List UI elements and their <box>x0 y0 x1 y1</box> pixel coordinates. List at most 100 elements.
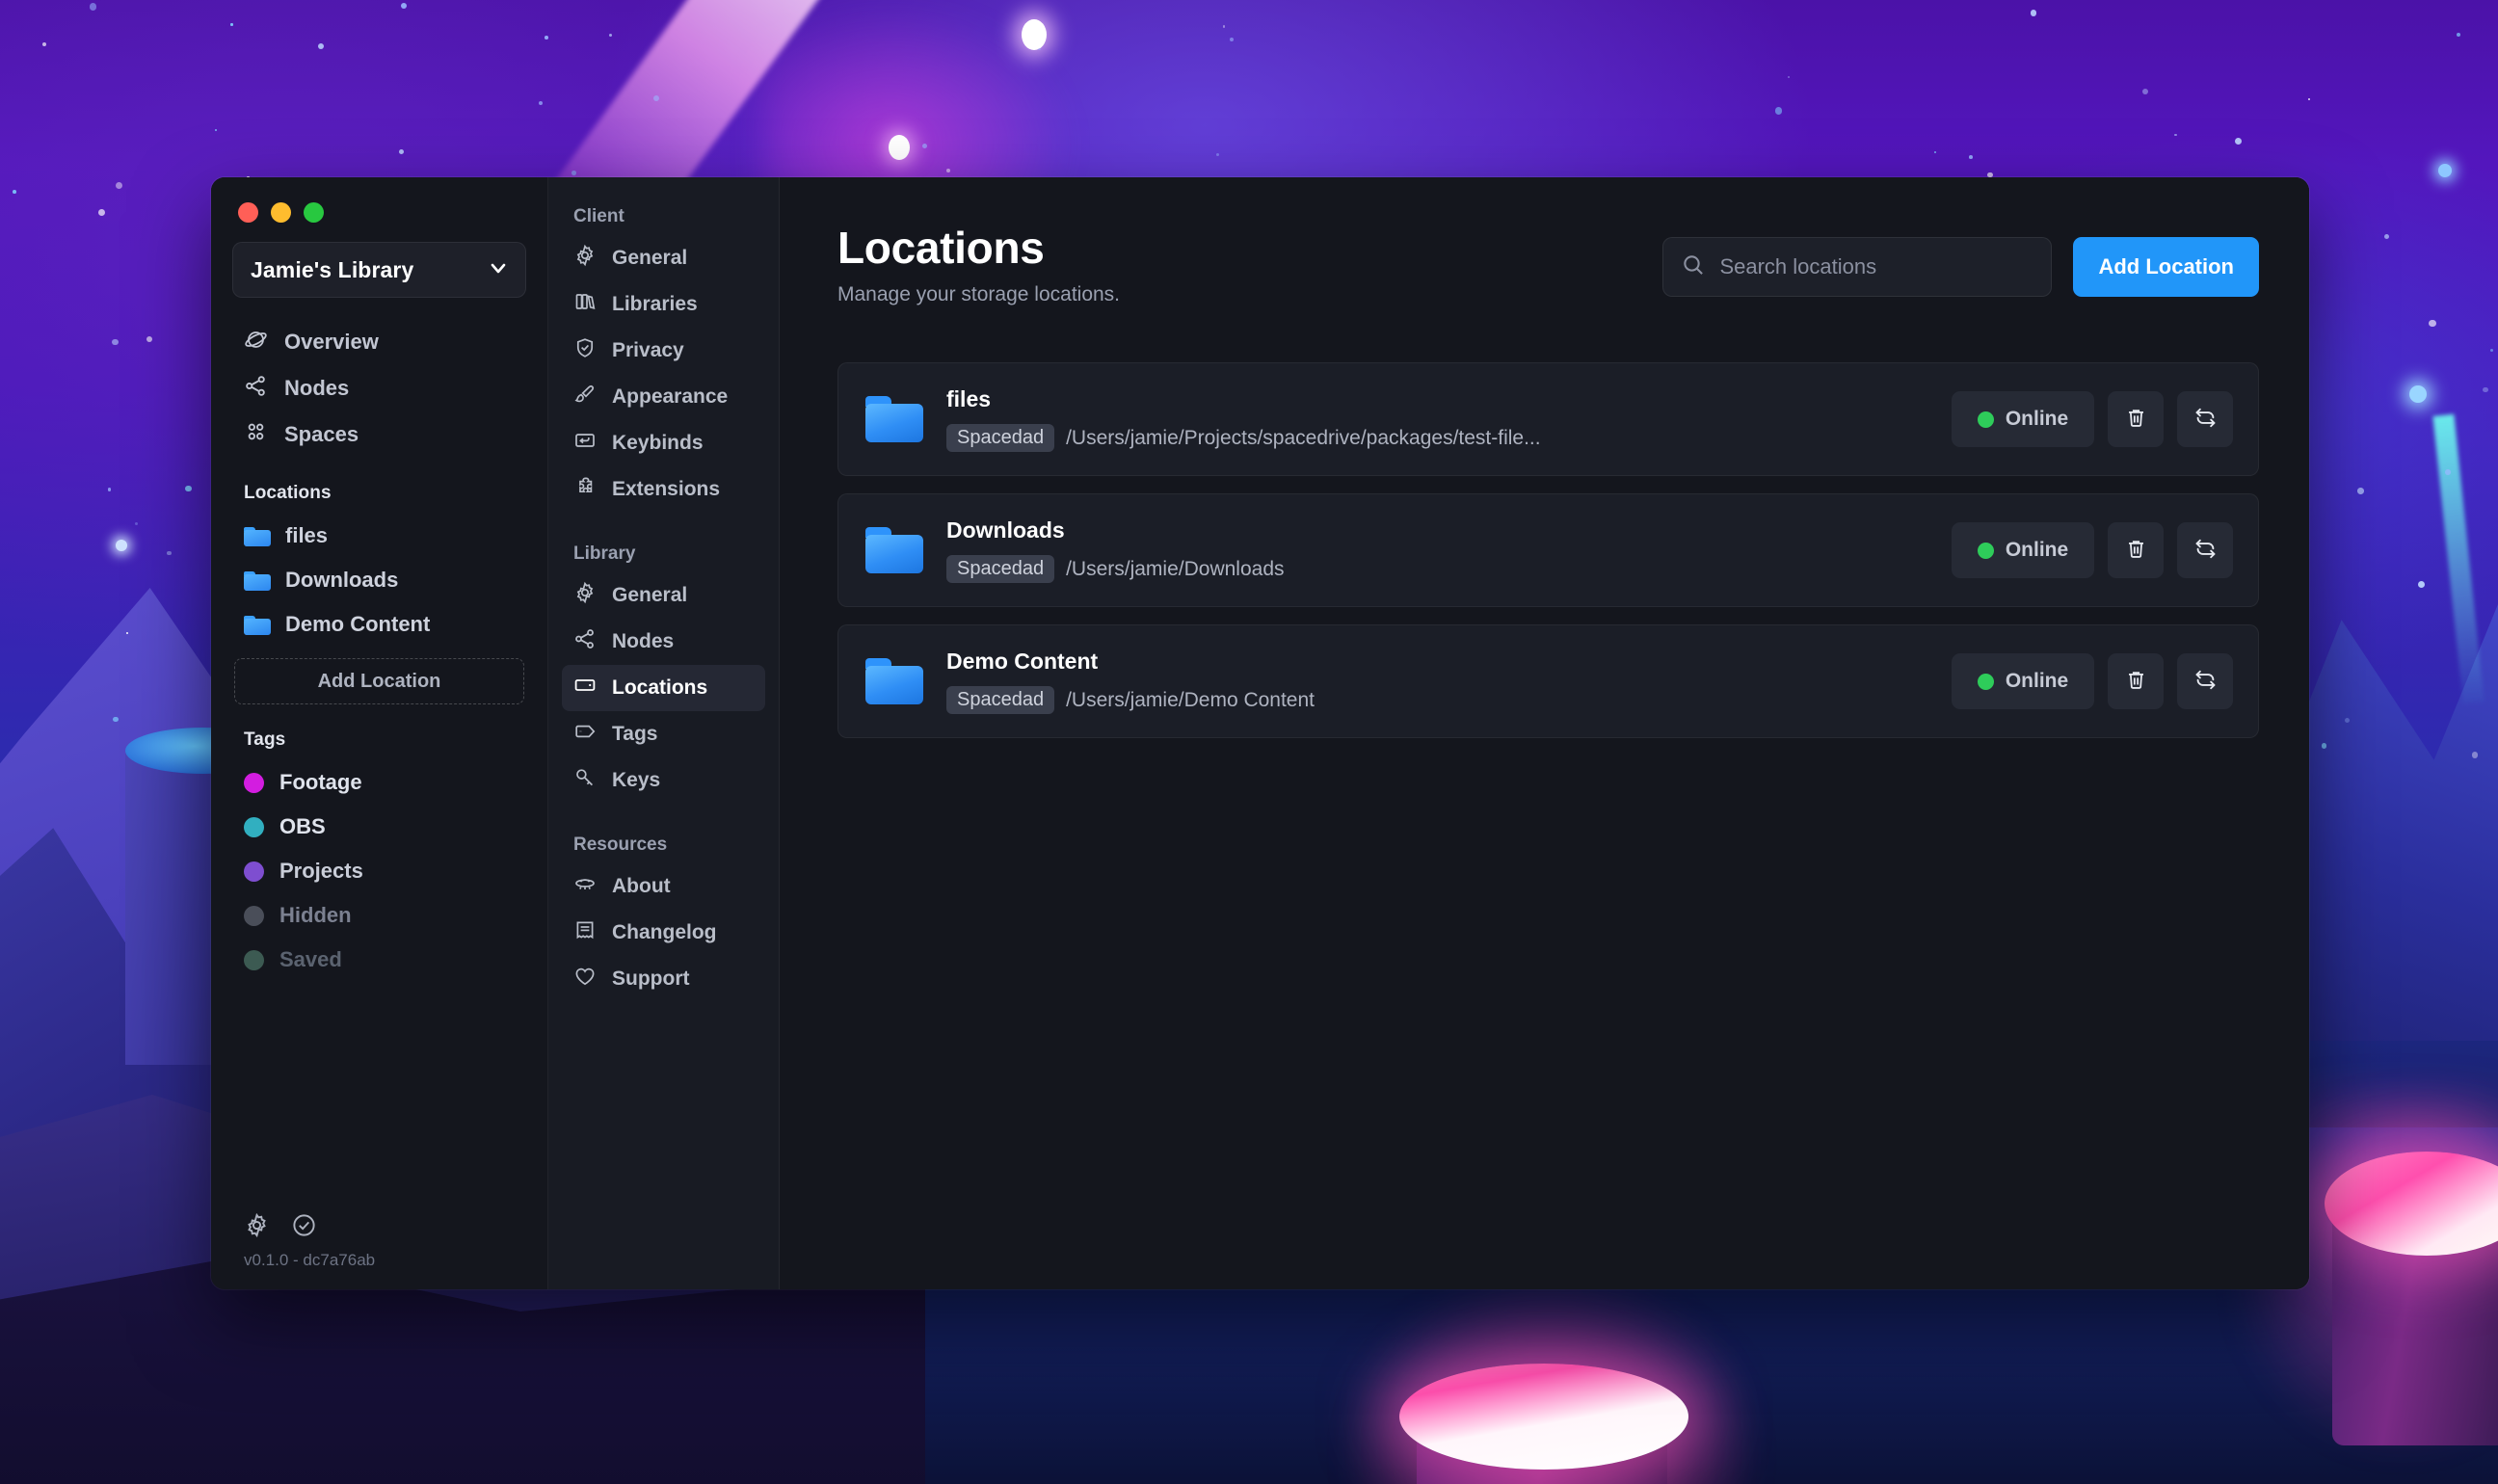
repeat-icon <box>2193 406 2218 433</box>
location-meta: Spacedad /Users/jamie/Projects/spacedriv… <box>946 424 1928 452</box>
sidebar-item-label: Nodes <box>284 376 350 400</box>
settings-item-tags[interactable]: Tags <box>562 711 765 757</box>
location-card[interactable]: Downloads Spacedad /Users/jamie/Download… <box>837 493 2259 607</box>
sidebar-locations-heading: Locations <box>244 483 332 503</box>
settings-item-locations[interactable]: Locations <box>562 665 765 711</box>
sidebar-item-overview[interactable]: Overview <box>232 319 526 365</box>
settings-item-changelog[interactable]: Changelog <box>562 910 765 956</box>
key-icon <box>573 766 597 795</box>
main-content: Locations Manage your storage locations.… <box>780 177 2309 1289</box>
gear-icon <box>573 581 597 610</box>
sidebar-add-location-button[interactable]: Add Location <box>234 658 524 704</box>
sidebar-tag-obs[interactable]: OBS <box>232 805 526 849</box>
repeat-icon <box>2193 537 2218 564</box>
page-title: Locations <box>837 223 1045 273</box>
folder-icon <box>244 570 271 591</box>
settings-item-appearance[interactable]: Appearance <box>562 374 765 420</box>
sync-location-button[interactable] <box>2177 391 2233 447</box>
puzzle-piece-icon <box>573 475 597 504</box>
comet-head-icon <box>1022 19 1047 50</box>
settings-item-label: Privacy <box>612 339 684 361</box>
close-window-button[interactable] <box>238 202 258 223</box>
location-info: Downloads Spacedad /Users/jamie/Download… <box>946 517 1928 583</box>
locations-list: files Spacedad /Users/jamie/Projects/spa… <box>837 362 2259 738</box>
status-badge[interactable]: Online <box>1952 653 2094 709</box>
app-version-label: v0.1.0 - dc7a76ab <box>244 1251 376 1269</box>
node-badge: Spacedad <box>946 555 1055 583</box>
check-circle-icon[interactable] <box>291 1212 317 1243</box>
sync-location-button[interactable] <box>2177 653 2233 709</box>
search-placeholder-text: Search locations <box>1719 254 1877 278</box>
search-icon <box>1681 252 1706 282</box>
share-nodes-icon <box>244 374 268 404</box>
gear-icon[interactable] <box>244 1212 270 1243</box>
add-location-button[interactable]: Add Location <box>2073 237 2259 297</box>
delete-location-button[interactable] <box>2108 653 2164 709</box>
sidebar-item-nodes[interactable]: Nodes <box>232 365 526 411</box>
status-label: Online <box>2005 670 2069 692</box>
sidebar-tag-label: Projects <box>279 859 363 883</box>
status-badge[interactable]: Online <box>1952 522 2094 578</box>
sidebar-location-downloads[interactable]: Downloads <box>232 558 526 602</box>
status-label: Online <box>2005 408 2069 430</box>
status-label: Online <box>2005 539 2069 561</box>
location-name: files <box>946 386 992 411</box>
folder-icon <box>865 658 923 704</box>
share-nodes-icon <box>573 627 597 656</box>
pink-lamp-bottom-rim <box>1399 1364 1688 1470</box>
window-traffic-lights <box>232 199 526 242</box>
status-dot-icon <box>1977 542 1994 559</box>
tag-color-dot <box>244 816 264 837</box>
sidebar-location-label: Demo Content <box>285 612 431 636</box>
status-badge[interactable]: Online <box>1952 391 2094 447</box>
delete-location-button[interactable] <box>2108 391 2164 447</box>
delete-location-button[interactable] <box>2108 522 2164 578</box>
sidebar-location-demo-content[interactable]: Demo Content <box>232 602 526 647</box>
trash-icon <box>2124 668 2148 695</box>
sidebar-tag-projects[interactable]: Projects <box>232 849 526 893</box>
location-name: Downloads <box>946 517 1065 543</box>
tag-color-dot <box>244 905 264 926</box>
heart-icon <box>573 965 597 994</box>
location-name: Demo Content <box>946 649 1099 674</box>
settings-item-label: Changelog <box>612 921 717 943</box>
sidebar-tag-saved[interactable]: Saved <box>232 938 526 982</box>
settings-item-privacy[interactable]: Privacy <box>562 328 765 374</box>
sidebar-item-spaces[interactable]: Spaces <box>232 411 526 458</box>
location-card[interactable]: files Spacedad /Users/jamie/Projects/spa… <box>837 362 2259 476</box>
settings-item-label: Appearance <box>612 385 729 408</box>
trash-icon <box>2124 406 2148 433</box>
settings-group-heading-library: Library <box>573 543 636 564</box>
settings-item-keys[interactable]: Keys <box>562 757 765 804</box>
location-path: /Users/jamie/Demo Content <box>1066 688 1315 711</box>
maximize-window-button[interactable] <box>304 202 324 223</box>
planet-icon <box>244 328 268 358</box>
settings-item-library-nodes[interactable]: Nodes <box>562 619 765 665</box>
location-path: /Users/jamie/Projects/spacedrive/package… <box>1066 426 1541 449</box>
location-card[interactable]: Demo Content Spacedad /Users/jamie/Demo … <box>837 624 2259 738</box>
settings-item-libraries[interactable]: Libraries <box>562 281 765 328</box>
repeat-icon <box>2193 668 2218 695</box>
ufo-icon <box>573 872 597 901</box>
search-locations-input[interactable]: Search locations <box>1662 237 2053 297</box>
keyreturn-icon <box>573 429 597 458</box>
settings-item-label: Tags <box>612 723 658 745</box>
settings-item-extensions[interactable]: Extensions <box>562 466 765 513</box>
settings-item-client-general[interactable]: General <box>562 235 765 281</box>
location-actions: Online <box>1952 653 2233 709</box>
folder-icon <box>865 396 923 442</box>
sidebar-location-files[interactable]: files <box>232 514 526 558</box>
sync-location-button[interactable] <box>2177 522 2233 578</box>
minimize-window-button[interactable] <box>271 202 291 223</box>
settings-item-support[interactable]: Support <box>562 956 765 1002</box>
sidebar-tag-footage[interactable]: Footage <box>232 760 526 805</box>
settings-item-about[interactable]: About <box>562 863 765 910</box>
library-switcher[interactable]: Jamie's Library <box>232 242 526 298</box>
settings-item-library-general[interactable]: General <box>562 572 765 619</box>
settings-group-heading-client: Client <box>573 206 624 226</box>
shield-check-icon <box>573 336 597 365</box>
paintbrush-icon <box>573 383 597 411</box>
settings-item-keybinds[interactable]: Keybinds <box>562 420 765 466</box>
sidebar-tag-hidden[interactable]: Hidden <box>232 893 526 938</box>
settings-item-label: General <box>612 584 688 606</box>
